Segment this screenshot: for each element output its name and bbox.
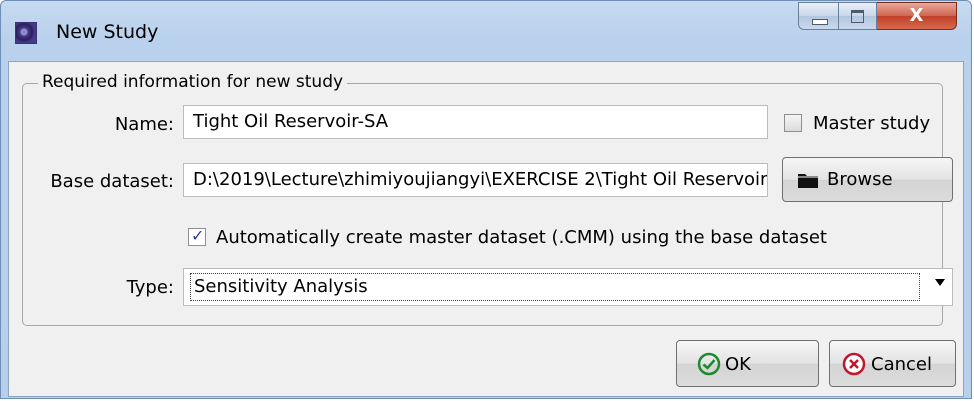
title-bar[interactable]: New Study X [1,1,971,61]
folder-icon [798,174,818,188]
maximize-button[interactable] [839,2,877,30]
check-circle-icon [697,352,721,376]
minimize-button[interactable] [798,2,839,30]
close-button[interactable]: X [877,2,957,30]
base-dataset-label: Base dataset: [50,171,174,192]
auto-create-label: Automatically create master dataset (.CM… [216,227,827,248]
type-selected-value: Sensitivity Analysis [194,276,368,297]
ok-label: OK [725,354,751,375]
type-label: Type: [126,277,174,298]
browse-button[interactable]: Browse [782,157,953,202]
close-icon: X [909,5,924,26]
name-label: Name: [114,114,174,135]
checkmark-icon: ✓ [191,226,205,245]
name-input[interactable]: Tight Oil Reservoir-SA [183,105,768,139]
cancel-button[interactable]: Cancel [829,340,956,387]
window-title: New Study [56,21,159,43]
ok-button[interactable]: OK [676,340,819,387]
auto-create-checkbox[interactable]: ✓ [188,226,206,246]
chevron-down-icon [935,279,945,286]
maximize-icon [851,10,864,23]
group-legend: Required information for new study [38,72,348,92]
x-circle-icon [842,352,866,376]
browse-label: Browse [827,169,893,190]
type-select[interactable]: Sensitivity Analysis [183,268,953,306]
study-app-icon [15,22,37,44]
cancel-label: Cancel [871,354,932,375]
minimize-icon [812,19,828,25]
master-study-checkbox[interactable] [784,114,802,132]
base-dataset-input[interactable]: D:\2019\Lecture\zhimiyoujiangyi\EXERCISE… [183,163,768,197]
master-study-label: Master study [813,113,931,134]
